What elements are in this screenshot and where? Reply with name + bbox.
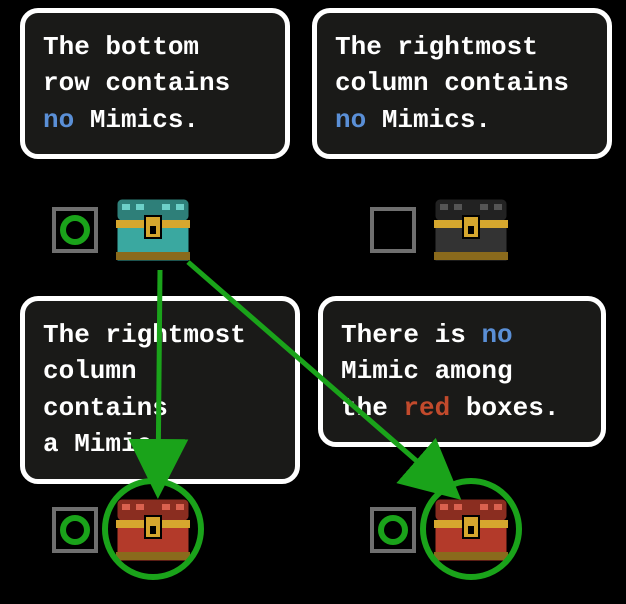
hint-line: The rightmost — [335, 29, 589, 65]
highlight-circle — [420, 478, 522, 580]
panel-controls-bottom-left — [52, 492, 194, 568]
keyword-no: no — [335, 105, 366, 135]
hint-line: Mimic among — [341, 353, 583, 389]
highlight-circle — [102, 478, 204, 580]
circle-mark-icon — [376, 513, 410, 547]
hint-line: row contains — [43, 65, 267, 101]
hint-card-bottom-right: There is no Mimic among the red boxes. — [318, 296, 606, 447]
hint-line: column contains — [335, 65, 589, 101]
hint-line: column contains — [43, 353, 277, 426]
hint-line: the red boxes. — [341, 390, 583, 426]
keyword-no: no — [481, 320, 512, 350]
chest-teal[interactable] — [112, 192, 194, 268]
hint-line: no Mimics. — [43, 102, 267, 138]
chest-black[interactable] — [430, 192, 512, 268]
chest-icon — [112, 192, 194, 268]
chest-red[interactable] — [112, 492, 194, 568]
panel-controls-bottom-right — [370, 492, 512, 568]
mark-checkbox[interactable] — [52, 507, 98, 553]
hint-line: a Mimic. — [43, 426, 277, 462]
hint-card-top-left: The bottom row contains no Mimics. — [20, 8, 290, 159]
panel-controls-top-left — [52, 192, 194, 268]
circle-mark-icon — [58, 213, 92, 247]
circle-mark-icon — [58, 513, 92, 547]
hint-card-bottom-left: The rightmost column contains a Mimic. — [20, 296, 300, 484]
hint-line: The rightmost — [43, 317, 277, 353]
panel-controls-top-right — [370, 192, 512, 268]
hint-line: There is no — [341, 317, 583, 353]
mark-checkbox[interactable] — [370, 507, 416, 553]
hint-line: no Mimics. — [335, 102, 589, 138]
mark-checkbox[interactable] — [52, 207, 98, 253]
chest-icon — [430, 192, 512, 268]
keyword-red: red — [403, 393, 450, 423]
hint-line: The bottom — [43, 29, 267, 65]
hint-card-top-right: The rightmost column contains no Mimics. — [312, 8, 612, 159]
chest-red[interactable] — [430, 492, 512, 568]
mark-checkbox[interactable] — [370, 207, 416, 253]
keyword-no: no — [43, 105, 74, 135]
